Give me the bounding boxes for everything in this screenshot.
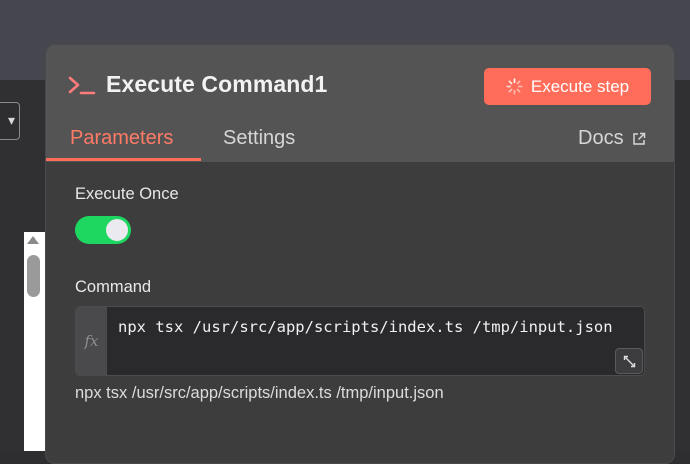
scroll-up-arrow-icon[interactable] <box>27 236 39 244</box>
command-preview: npx tsx /usr/src/app/scripts/index.ts /t… <box>75 384 444 402</box>
chevron-down-icon: ▾ <box>7 113 15 129</box>
scrollbar-thumb[interactable] <box>27 255 40 297</box>
node-settings-panel: Execute Command1 Execute step Parameters… <box>45 44 675 464</box>
background-dropdown[interactable]: ▾ <box>0 102 20 140</box>
active-tab-indicator <box>46 158 201 161</box>
external-link-icon <box>632 132 645 145</box>
expression-fx-icon: fx <box>76 307 107 375</box>
toggle-knob <box>106 219 128 241</box>
command-label: Command <box>75 278 152 296</box>
spinner-icon <box>506 78 523 95</box>
execute-once-label: Execute Once <box>75 185 179 203</box>
node-title[interactable]: Execute Command1 <box>106 71 327 98</box>
command-input[interactable]: fx npx tsx /usr/src/app/scripts/index.ts… <box>75 306 645 376</box>
terminal-icon <box>68 76 96 95</box>
execute-step-button[interactable]: Execute step <box>484 68 651 105</box>
tab-parameters[interactable]: Parameters <box>70 127 173 150</box>
tab-settings[interactable]: Settings <box>223 127 295 150</box>
execute-step-label: Execute step <box>530 76 630 96</box>
expand-icon <box>623 355 635 367</box>
execute-once-toggle[interactable] <box>75 216 131 244</box>
docs-link[interactable]: Docs <box>578 127 646 150</box>
command-value[interactable]: npx tsx /usr/src/app/scripts/index.ts /t… <box>118 314 640 341</box>
docs-label: Docs <box>578 127 624 149</box>
expand-editor-button[interactable] <box>615 348 643 374</box>
